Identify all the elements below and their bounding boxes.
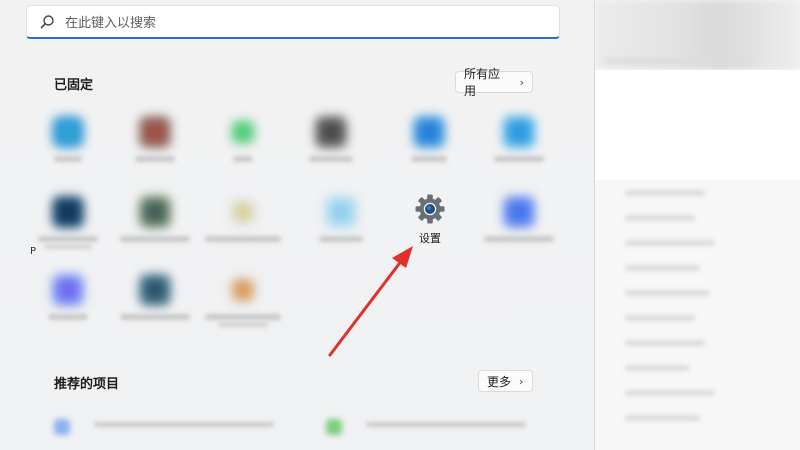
app-icon bbox=[503, 196, 535, 228]
app-label bbox=[205, 314, 281, 320]
background-text bbox=[625, 290, 710, 296]
background-window bbox=[594, 0, 800, 450]
pinned-app[interactable] bbox=[198, 268, 288, 334]
pinned-app[interactable] bbox=[474, 110, 564, 176]
app-label bbox=[205, 236, 281, 242]
app-label bbox=[38, 236, 98, 242]
recommended-section-title: 推荐的项目 bbox=[54, 377, 120, 392]
recommended-item[interactable] bbox=[326, 417, 556, 437]
app-label bbox=[319, 236, 363, 242]
more-button[interactable]: 更多 › bbox=[478, 370, 533, 392]
background-text bbox=[625, 215, 695, 221]
app-label bbox=[411, 156, 447, 162]
all-apps-label: 所有应用 bbox=[464, 67, 501, 98]
pinned-app[interactable] bbox=[198, 110, 288, 176]
pinned-app[interactable] bbox=[384, 110, 474, 176]
app-icon bbox=[315, 116, 347, 148]
app-icon bbox=[413, 116, 445, 148]
app-label bbox=[494, 156, 544, 162]
recommended-item[interactable] bbox=[54, 417, 284, 437]
all-apps-button[interactable]: 所有应用 › bbox=[455, 67, 533, 98]
app-icon bbox=[139, 274, 171, 306]
pinned-app[interactable] bbox=[23, 268, 113, 334]
background-content bbox=[595, 70, 800, 180]
search-icon bbox=[40, 14, 54, 28]
search-input[interactable]: 在此键入以搜索 bbox=[26, 5, 560, 39]
pinned-app[interactable] bbox=[23, 110, 113, 176]
chevron-right-icon: › bbox=[519, 374, 524, 388]
background-text bbox=[625, 265, 700, 271]
pinned-app[interactable] bbox=[296, 190, 386, 256]
pinned-app[interactable] bbox=[23, 190, 113, 256]
app-label bbox=[484, 236, 554, 242]
pinned-app[interactable] bbox=[198, 190, 288, 256]
chevron-right-icon: › bbox=[519, 75, 524, 89]
more-label: 更多 bbox=[487, 374, 512, 389]
recommended-item-label bbox=[94, 422, 274, 427]
pinned-app[interactable] bbox=[110, 268, 200, 334]
recommended-item-label bbox=[366, 422, 526, 427]
app-icon bbox=[231, 120, 255, 144]
search-placeholder: 在此键入以搜索 bbox=[65, 16, 157, 31]
partial-app-label: P bbox=[30, 246, 37, 257]
app-icon bbox=[52, 274, 84, 306]
background-text bbox=[625, 365, 690, 371]
file-icon bbox=[326, 419, 342, 435]
app-icon bbox=[139, 116, 171, 148]
app-icon bbox=[231, 278, 255, 302]
app-label bbox=[54, 156, 82, 162]
app-label bbox=[48, 314, 88, 320]
settings-app[interactable]: 设置 bbox=[400, 192, 460, 252]
app-label bbox=[120, 236, 190, 242]
pinned-app[interactable] bbox=[110, 190, 200, 256]
app-label bbox=[309, 156, 353, 162]
background-text bbox=[625, 190, 705, 196]
background-text bbox=[625, 240, 715, 246]
app-icon bbox=[52, 116, 84, 148]
background-text bbox=[625, 340, 705, 346]
app-icon bbox=[231, 200, 255, 224]
app-icon bbox=[52, 196, 84, 228]
gear-icon bbox=[415, 194, 445, 224]
pinned-app[interactable] bbox=[110, 110, 200, 176]
background-text bbox=[625, 315, 695, 321]
app-icon bbox=[325, 196, 357, 228]
app-icon bbox=[139, 196, 171, 228]
start-menu: 在此键入以搜索 已固定 所有应用 › P 设置 推荐的项目 更多 › bbox=[0, 0, 594, 450]
app-label bbox=[120, 314, 190, 320]
app-label bbox=[135, 156, 175, 162]
app-label bbox=[44, 244, 92, 249]
pinned-app[interactable] bbox=[286, 110, 376, 176]
background-text bbox=[625, 415, 700, 421]
pinned-section-title: 已固定 bbox=[54, 78, 94, 93]
background-text bbox=[605, 58, 755, 64]
pinned-app[interactable] bbox=[474, 190, 564, 256]
file-icon bbox=[54, 419, 70, 435]
app-icon bbox=[503, 116, 535, 148]
background-text bbox=[625, 390, 715, 396]
app-label bbox=[233, 156, 253, 162]
settings-label: 设置 bbox=[419, 232, 441, 245]
app-label bbox=[218, 322, 268, 327]
